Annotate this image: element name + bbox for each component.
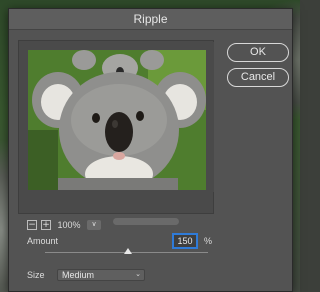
- zoom-out-icon[interactable]: −: [27, 220, 37, 230]
- chevron-down-icon[interactable]: ∨: [87, 220, 101, 230]
- preview-horizontal-scrollbar[interactable]: [113, 218, 179, 225]
- amount-slider-thumb[interactable]: [124, 248, 133, 254]
- chevron-down-icon: ⌄: [135, 271, 141, 278]
- size-select[interactable]: Medium ⌄: [57, 269, 145, 281]
- koala-photo: [28, 50, 206, 190]
- zoom-in-icon[interactable]: +: [41, 220, 51, 230]
- preview-panel: − + 100% ∨: [18, 40, 214, 230]
- amount-unit: %: [204, 236, 213, 246]
- size-select-value: Medium: [62, 270, 95, 280]
- preview-vertical-scrollbar[interactable]: [208, 42, 214, 192]
- dialog-title: Ripple: [9, 9, 292, 30]
- zoom-level: 100%: [57, 220, 81, 230]
- amount-label: Amount: [27, 236, 59, 246]
- size-label: Size: [27, 270, 45, 280]
- zoom-controls: − + 100% ∨: [27, 219, 101, 231]
- preview-image[interactable]: [28, 50, 206, 190]
- ok-button[interactable]: OK: [227, 43, 289, 62]
- ripple-dialog: Ripple − + 100% ∨ OK Cancel Amount 150 %…: [8, 8, 293, 292]
- cancel-button[interactable]: Cancel: [227, 68, 289, 87]
- amount-input[interactable]: 150: [173, 234, 197, 248]
